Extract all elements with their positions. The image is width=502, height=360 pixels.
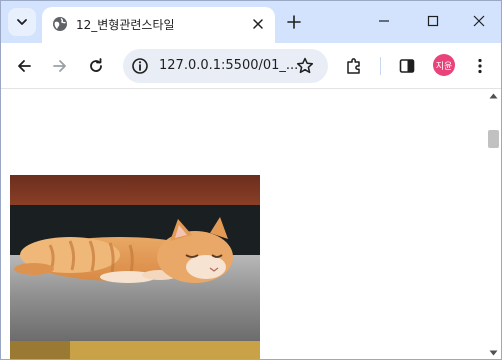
toolbar-divider (380, 57, 381, 75)
tab-close-button[interactable] (249, 15, 267, 33)
scroll-down-arrow-icon[interactable] (489, 350, 498, 356)
browser-window: 12_변형관련스타일 127.0.0.1:5500/01_... 지윤 (0, 0, 502, 360)
back-arrow-icon (18, 60, 31, 72)
reload-button[interactable] (82, 52, 110, 80)
browser-toolbar: 127.0.0.1:5500/01_... 지윤 (1, 43, 501, 89)
active-tab[interactable]: 12_변형관련스타일 (42, 7, 275, 43)
menu-button[interactable] (466, 52, 494, 80)
tab-title: 12_변형관련스타일 (76, 18, 175, 32)
scrollbar-thumb[interactable] (488, 130, 499, 148)
new-tab-button[interactable] (282, 10, 306, 34)
minimize-icon (379, 20, 389, 22)
page-viewport (2, 89, 485, 359)
forward-button[interactable] (46, 52, 74, 80)
address-bar[interactable]: 127.0.0.1:5500/01_... (123, 49, 328, 83)
plus-icon (287, 15, 301, 29)
tab-search-button[interactable] (8, 8, 36, 36)
window-close-button[interactable] (464, 7, 494, 35)
tab-strip: 12_변형관련스타일 (1, 1, 501, 43)
vertical-scrollbar[interactable] (485, 89, 501, 359)
globe-icon (53, 17, 67, 31)
scroll-up-arrow-icon[interactable] (489, 93, 498, 99)
side-panel-button[interactable] (393, 52, 421, 80)
forward-arrow-icon (53, 60, 66, 72)
maximize-icon (427, 15, 439, 27)
kitten-image (10, 175, 260, 359)
back-button[interactable] (10, 52, 38, 80)
side-panel-icon (399, 59, 415, 73)
reload-icon (90, 58, 102, 72)
extensions-button[interactable] (340, 52, 368, 80)
profile-avatar[interactable]: 지윤 (433, 54, 455, 76)
minimize-button[interactable] (369, 7, 399, 35)
puzzle-icon (347, 58, 360, 74)
kebab-menu-icon (478, 58, 482, 74)
kitten-photo-graphic (10, 175, 260, 359)
maximize-button[interactable] (418, 7, 448, 35)
star-icon[interactable] (295, 56, 315, 76)
close-icon (253, 19, 263, 29)
info-icon[interactable] (131, 57, 149, 75)
close-icon (473, 15, 485, 27)
chevron-down-icon (17, 19, 27, 25)
url-text[interactable]: 127.0.0.1:5500/01_... (159, 58, 298, 73)
